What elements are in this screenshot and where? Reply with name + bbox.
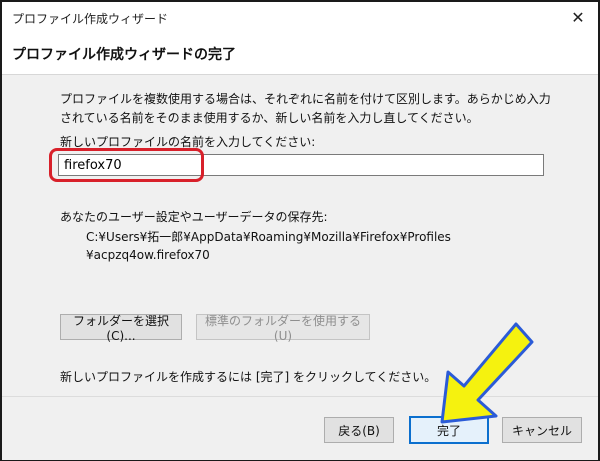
choose-folder-button[interactable]: フォルダーを選択(C)... [60,314,182,343]
profile-path-line-1: C:¥Users¥拓一郎¥AppData¥Roaming¥Mozilla¥Fir… [86,230,451,244]
close-icon[interactable]: ✕ [564,4,592,30]
title-bar: プロファイル作成ウィザード ✕ [2,2,598,32]
input-highlight-annotation [49,148,204,182]
finish-hint-text: 新しいプロファイルを作成するには [完了] をクリックしてください。 [60,370,437,384]
page-title: プロファイル作成ウィザードの完了 [12,47,236,63]
wizard-header: プロファイル作成ウィザードの完了 [2,32,598,75]
save-location-label: あなたのユーザー設定やユーザーデータの保存先: [60,210,328,224]
use-default-folder-button[interactable]: 標準のフォルダーを使用する(U) [196,314,370,343]
description-text: プロファイルを複数使用する場合は、それぞれに名前を付けて区別します。あらかじめ入… [60,92,551,125]
pointer-arrow-icon [440,322,534,424]
profile-path-line-2: ¥acpzq4ow.firefox70 [86,248,210,262]
window-title: プロファイル作成ウィザード [12,12,169,26]
back-button[interactable]: 戻る(B) [324,417,394,443]
